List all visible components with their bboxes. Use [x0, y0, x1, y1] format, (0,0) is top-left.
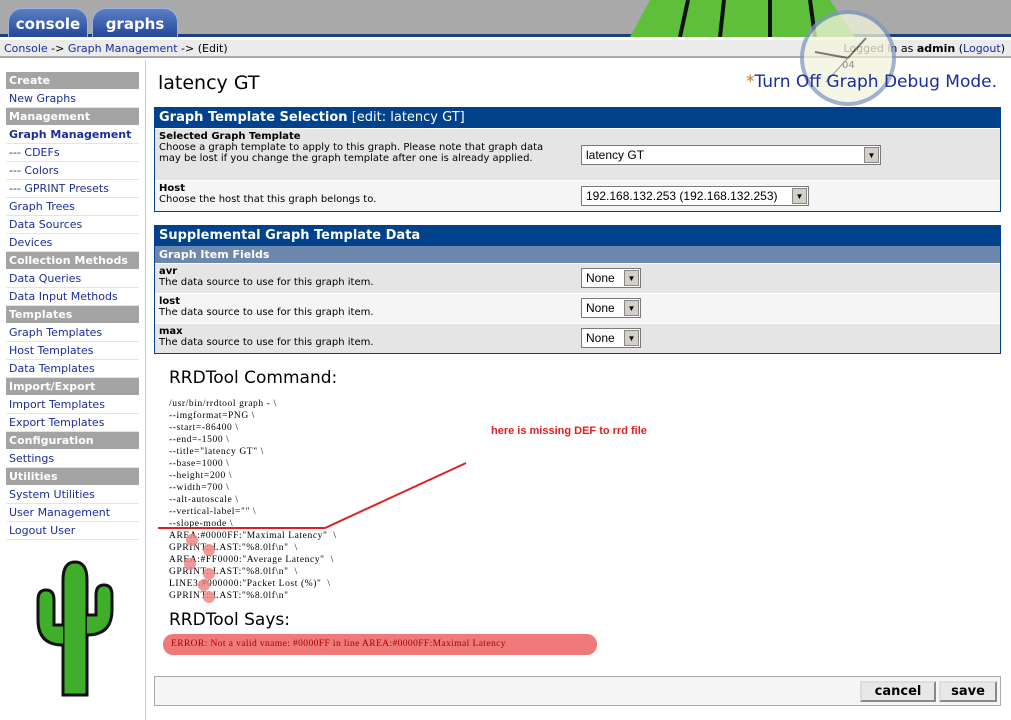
field-desc: The data source to use for this graph it… — [159, 277, 374, 288]
cactus-logo — [36, 560, 114, 697]
sidebar-item[interactable]: Graph Trees — [6, 198, 139, 216]
sidebar-item[interactable]: Data Input Methods — [6, 288, 139, 306]
breadcrumb-sep: -> — [47, 42, 68, 55]
chevron-down-icon[interactable]: ▼ — [792, 188, 807, 204]
sidebar-header: Management — [6, 108, 139, 126]
sidebar-item[interactable]: System Utilities — [6, 486, 139, 504]
field-label: lost — [159, 296, 181, 307]
panel-header: Graph Template Selection [edit: latency … — [155, 108, 1000, 128]
sidebar-item[interactable]: --- GPRINT Presets — [6, 180, 139, 198]
rrd-says-heading: RRDTool Says: — [169, 610, 290, 630]
sidebar-item[interactable]: Logout User — [6, 522, 139, 540]
sidebar-header: Configuration — [6, 432, 139, 450]
sidebar-item[interactable]: Devices — [6, 234, 139, 252]
sidebar-item[interactable]: Graph Management — [6, 126, 139, 144]
sidebar-item[interactable]: Export Templates — [6, 414, 139, 432]
sidebar-item[interactable]: User Management — [6, 504, 139, 522]
field-label: avr — [159, 266, 178, 277]
tab-graphs[interactable]: graphs — [92, 8, 178, 37]
field-desc: Choose the host that this graph belongs … — [159, 194, 377, 205]
field-desc: Choose a graph template to apply to this… — [159, 142, 544, 164]
select-value: None — [586, 271, 615, 285]
form-footer: cancel save — [154, 676, 1001, 706]
select-value: None — [586, 301, 615, 315]
select-value: None — [586, 331, 615, 345]
graph-item-row: max The data source to use for this graph… — [155, 323, 1000, 353]
field-desc: The data source to use for this graph it… — [159, 337, 374, 348]
sidebar-item[interactable]: Data Sources — [6, 216, 139, 234]
chevron-down-icon[interactable]: ▼ — [864, 147, 879, 163]
select-value: latency GT — [586, 148, 645, 162]
rrd-command-heading: RRDTool Command: — [169, 368, 338, 388]
cancel-button[interactable]: cancel — [860, 681, 936, 702]
graph-item-row: lost The data source to use for this grap… — [155, 293, 1000, 323]
sidebar-item[interactable]: Graph Templates — [6, 324, 139, 342]
sidebar-item[interactable]: --- CDEFs — [6, 144, 139, 162]
clock-widget-icon: 04 — [800, 10, 896, 106]
sidebar-item[interactable]: Host Templates — [6, 342, 139, 360]
field-label: Host — [159, 183, 185, 194]
clock-date: 04 — [842, 60, 855, 71]
paren: ) — [1000, 42, 1005, 55]
supplemental-data-panel: Supplemental Graph Template Data Graph I… — [154, 225, 1001, 354]
debug-link-text[interactable]: Turn Off Graph Debug Mode. — [754, 72, 997, 92]
host-select[interactable]: 192.168.132.253 (192.168.132.253) ▼ — [581, 186, 809, 206]
graph-template-selection-panel: Graph Template Selection [edit: latency … — [154, 107, 1001, 212]
debug-mode-link[interactable]: *Turn Off Graph Debug Mode. — [746, 72, 997, 92]
sidebar-header: Create — [6, 72, 139, 90]
paren: ( — [955, 42, 964, 55]
data-source-select[interactable]: None ▼ — [581, 328, 641, 348]
panel-title: Graph Template Selection — [159, 110, 348, 125]
sidebar-item[interactable]: Data Templates — [6, 360, 139, 378]
breadcrumb-current: -> (Edit) — [177, 42, 228, 55]
panel-header: Supplemental Graph Template Data — [155, 226, 1000, 246]
sidebar-header: Templates — [6, 306, 139, 324]
login-user: admin — [916, 42, 956, 55]
sidebar-item[interactable]: New Graphs — [6, 90, 139, 108]
data-source-select[interactable]: None ▼ — [581, 268, 641, 288]
sidebar-item[interactable]: Import Templates — [6, 396, 139, 414]
sidebar-item[interactable]: --- Colors — [6, 162, 139, 180]
annotation-note: here is missing DEF to rrd file — [491, 425, 647, 437]
sidebar-item[interactable]: Settings — [6, 450, 139, 468]
breadcrumb-console[interactable]: Console — [4, 42, 48, 55]
select-value: 192.168.132.253 (192.168.132.253) — [586, 189, 778, 203]
save-button[interactable]: save — [939, 681, 997, 702]
graph-item-row: avr The data source to use for this graph… — [155, 263, 1000, 293]
tab-console[interactable]: console — [8, 8, 88, 37]
rrd-error-message: ERROR: Not a valid vname: #0000FF in lin… — [163, 634, 597, 655]
sidebar-header: Import/Export — [6, 378, 139, 396]
page-title: latency GT — [158, 72, 260, 94]
sidebar-header: Collection Methods — [6, 252, 139, 270]
breadcrumb-graph-management[interactable]: Graph Management — [68, 42, 178, 55]
rrd-command-text: /usr/bin/rrdtool graph - \ --imgformat=P… — [169, 399, 337, 601]
field-label: max — [159, 326, 183, 337]
data-source-select[interactable]: None ▼ — [581, 298, 641, 318]
logout-link[interactable]: Logout — [963, 42, 1001, 55]
chevron-down-icon[interactable]: ▼ — [624, 330, 639, 346]
subheader: Graph Item Fields — [155, 246, 1000, 263]
field-label: Selected Graph Template — [159, 131, 301, 142]
panel-edit-label: [edit: latency GT] — [347, 110, 465, 125]
sidebar-header: Utilities — [6, 468, 139, 486]
chevron-down-icon[interactable]: ▼ — [624, 270, 639, 286]
field-desc: The data source to use for this graph it… — [159, 307, 374, 318]
sidebar-item[interactable]: Data Queries — [6, 270, 139, 288]
graph-template-select[interactable]: latency GT ▼ — [581, 145, 881, 165]
chevron-down-icon[interactable]: ▼ — [624, 300, 639, 316]
